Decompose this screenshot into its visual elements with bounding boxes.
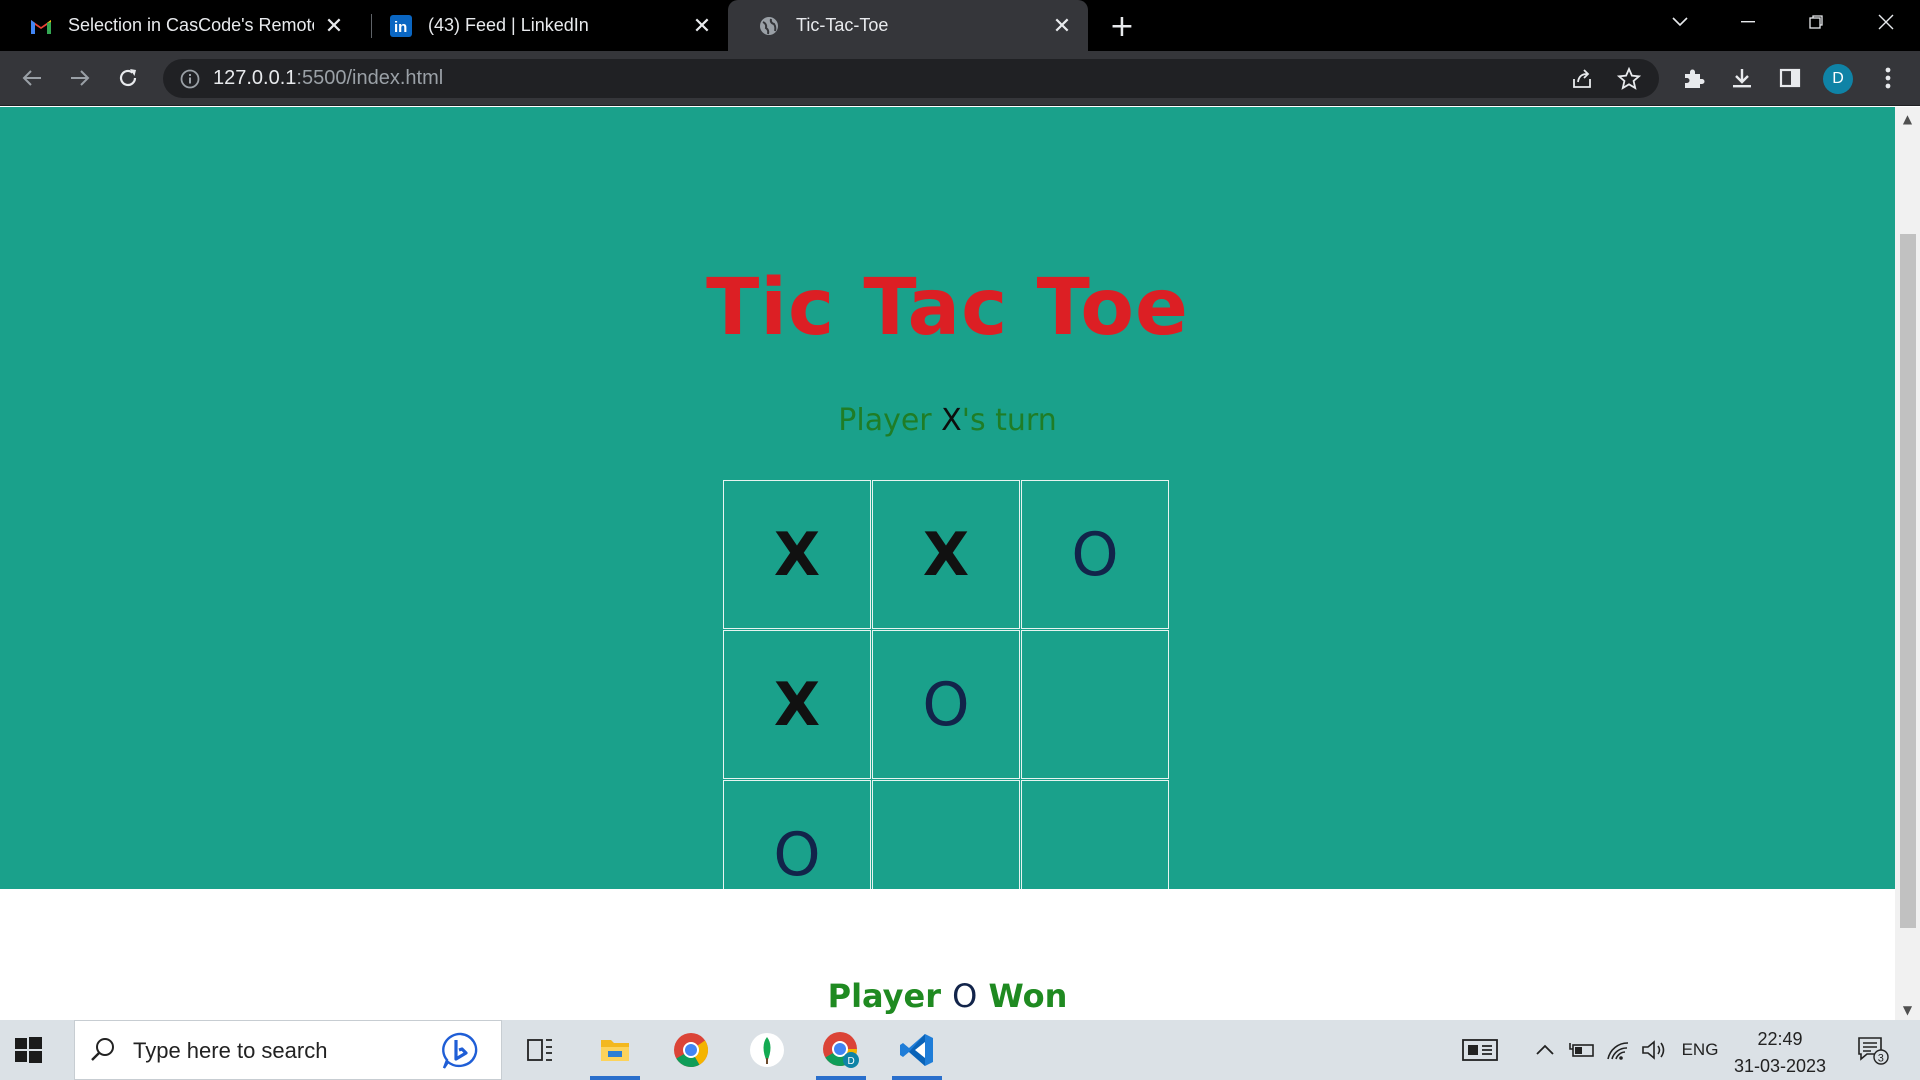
forward-icon[interactable] (62, 60, 98, 96)
url-text: 127.0.0.1:5500/index.html (213, 67, 443, 90)
page-viewport: Tic Tac Toe Player X's turn X X O X O O … (0, 107, 1920, 1020)
board-cell-5[interactable]: O (872, 630, 1020, 779)
more-menu-icon[interactable] (1870, 60, 1906, 96)
taskbar: Type here to search D ENG 22:49 31-03-20… (0, 1020, 1920, 1080)
bing-chat-icon[interactable] (439, 1031, 483, 1071)
page-scrollbar[interactable]: ▲ ▼ (1895, 107, 1920, 1020)
tab-search-icon[interactable] (1646, 0, 1714, 44)
winner-message: Player O Won (0, 977, 1895, 1015)
winner-player: O (952, 977, 978, 1015)
address-bar[interactable]: 127.0.0.1:5500/index.html (163, 59, 1659, 98)
gmail-icon (30, 15, 52, 37)
url-host: 127.0.0.1 (213, 67, 297, 89)
close-tab-icon[interactable]: ✕ (1050, 13, 1074, 38)
windows-start-icon[interactable] (13, 1035, 45, 1067)
board-cell-4[interactable]: X (723, 630, 871, 779)
clock-date: 31-03-2023 (1733, 1056, 1827, 1076)
tab-tic-tac-toe[interactable]: Tic-Tac-Toe ✕ (728, 0, 1088, 51)
globe-icon (758, 15, 780, 37)
tab-linkedin[interactable]: in (43) Feed | LinkedIn ✕ (360, 0, 728, 51)
back-icon[interactable] (14, 60, 50, 96)
share-icon[interactable] (1569, 66, 1595, 92)
clock-time: 22:49 (1757, 1029, 1803, 1049)
profile-avatar[interactable]: D (1823, 64, 1853, 94)
close-tab-icon[interactable]: ✕ (322, 13, 346, 38)
volume-icon[interactable] (1640, 1035, 1668, 1065)
news-widget-icon[interactable] (1458, 1035, 1502, 1065)
task-view-icon[interactable] (511, 1026, 569, 1074)
extensions-icon[interactable] (1676, 60, 1712, 96)
turn-prefix: Player (838, 403, 942, 438)
restore-button[interactable] (1782, 0, 1850, 44)
tab-gmail[interactable]: Selection in CasCode's Remote In ✕ (0, 0, 360, 51)
close-window-button[interactable] (1852, 0, 1920, 44)
language-indicator[interactable]: ENG (1676, 1035, 1724, 1065)
screen: Selection in CasCode's Remote In ✕ in (4… (0, 0, 1920, 1080)
active-indicator (816, 1076, 866, 1080)
notification-count: 3 (1878, 1052, 1884, 1064)
url-path: :5500/index.html (296, 67, 444, 89)
turn-suffix: 's turn (961, 403, 1057, 438)
board-cell-9[interactable] (1021, 780, 1169, 889)
battery-icon[interactable] (1568, 1035, 1596, 1065)
board-cell-2[interactable]: X (872, 480, 1020, 629)
linkedin-icon: in (390, 14, 412, 37)
search-icon (89, 1036, 119, 1066)
game-board: X X O X O O (723, 480, 1172, 889)
tab-title: Tic-Tac-Toe (796, 15, 889, 35)
active-indicator (590, 1076, 640, 1080)
new-tab-button[interactable]: + (1106, 9, 1138, 44)
svg-text:D: D (848, 1056, 855, 1067)
turn-indicator: Player X's turn (0, 403, 1895, 438)
scroll-up-arrow-icon[interactable]: ▲ (1895, 111, 1920, 127)
taskbar-search-box[interactable]: Type here to search (74, 1020, 502, 1080)
tab-title: Selection in CasCode's Remote In (68, 15, 314, 35)
bookmark-star-icon[interactable] (1616, 66, 1642, 92)
side-panel-icon[interactable] (1772, 60, 1808, 96)
file-explorer-icon[interactable] (586, 1026, 644, 1080)
chrome-icon[interactable] (662, 1026, 720, 1074)
wifi-icon[interactable] (1604, 1035, 1632, 1065)
mongodb-compass-icon[interactable] (738, 1026, 796, 1074)
svg-text:in: in (394, 19, 407, 36)
board-cell-7[interactable]: O (723, 780, 871, 889)
browser-toolbar: 127.0.0.1:5500/index.html D (0, 51, 1920, 106)
reload-icon[interactable] (110, 60, 146, 96)
show-hidden-icons-icon[interactable] (1532, 1035, 1558, 1065)
close-tab-icon[interactable]: ✕ (690, 13, 714, 38)
board-cell-3[interactable]: O (1021, 480, 1169, 629)
board-cell-6[interactable] (1021, 630, 1169, 779)
chrome-profile-icon[interactable]: D (812, 1026, 870, 1080)
minimize-button[interactable] (1714, 0, 1782, 44)
tab-strip: Selection in CasCode's Remote In ✕ in (4… (0, 0, 1920, 51)
winner-prefix: Player (827, 977, 953, 1015)
scroll-thumb[interactable] (1900, 234, 1916, 928)
downloads-icon[interactable] (1724, 60, 1760, 96)
game-title: Tic Tac Toe (706, 263, 1189, 353)
winner-suffix: Won (977, 977, 1068, 1015)
board-cell-8[interactable] (872, 780, 1020, 889)
search-placeholder: Type here to search (133, 1038, 328, 1063)
vscode-icon[interactable] (888, 1026, 946, 1080)
system-clock[interactable]: 22:49 31-03-2023 (1720, 1026, 1840, 1080)
game-container: Tic Tac Toe Player X's turn X X O X O O (0, 107, 1895, 889)
board-cell-1[interactable]: X (723, 480, 871, 629)
notification-center-icon[interactable]: 3 (1852, 1035, 1892, 1065)
tab-title: (43) Feed | LinkedIn (428, 15, 589, 35)
active-indicator (892, 1076, 942, 1080)
turn-player: X (941, 403, 962, 438)
scroll-down-arrow-icon[interactable]: ▼ (1895, 1002, 1920, 1018)
site-info-icon[interactable] (179, 68, 201, 90)
